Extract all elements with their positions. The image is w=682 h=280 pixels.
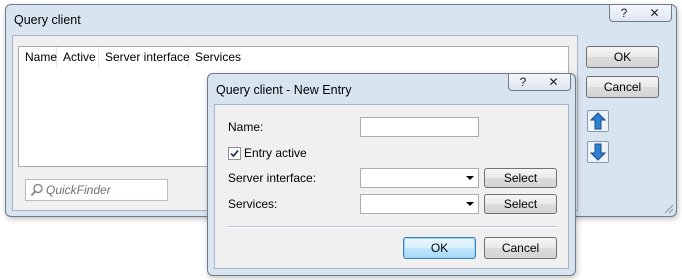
help-icon: ? [519, 75, 527, 89]
window-title: Query client [14, 13, 81, 27]
server-interface-label: Server interface: [228, 171, 317, 185]
arrow-down-icon [590, 143, 606, 161]
dialog-panel: Name: Entry active Server interface: Sel… [214, 104, 569, 269]
new-entry-dialog: Query client - New Entry ? ✕ Name: Entry… [207, 73, 576, 276]
close-icon: ✕ [548, 75, 559, 89]
chevron-down-icon [466, 202, 474, 206]
close-button[interactable]: ✕ [638, 4, 672, 22]
services-combo[interactable] [360, 194, 479, 214]
move-down-button[interactable] [587, 141, 609, 163]
help-button[interactable]: ? [609, 4, 639, 22]
quickfinder-field[interactable]: QuickFinder [25, 179, 168, 201]
chevron-down-icon [466, 176, 474, 180]
magnifier-icon [30, 183, 43, 197]
help-icon: ? [620, 6, 628, 20]
ok-button[interactable]: OK [586, 46, 659, 68]
name-label: Name: [228, 120, 264, 134]
entry-active-label: Entry active [244, 146, 307, 160]
dialog-cancel-button[interactable]: Cancel [484, 237, 557, 259]
services-select-button[interactable]: Select [484, 194, 557, 214]
quickfinder-placeholder: QuickFinder [46, 183, 111, 197]
services-label: Services: [228, 197, 278, 211]
column-header-name[interactable]: Name [19, 47, 57, 67]
column-header-services[interactable]: Services [189, 47, 568, 67]
server-interface-select-button[interactable]: Select [484, 168, 557, 188]
resize-grip-icon[interactable] [664, 204, 674, 214]
close-icon: ✕ [649, 6, 660, 20]
separator [228, 226, 557, 228]
arrow-up-icon [590, 112, 606, 130]
server-interface-combo[interactable] [360, 168, 479, 188]
move-up-button[interactable] [587, 110, 609, 132]
cancel-button[interactable]: Cancel [586, 76, 659, 98]
name-input[interactable] [360, 117, 479, 137]
column-header-active[interactable]: Active [57, 47, 99, 67]
column-header-server-interface[interactable]: Server interface [99, 47, 190, 67]
dialog-help-button[interactable]: ? [508, 73, 538, 91]
dialog-ok-button[interactable]: OK [403, 237, 476, 259]
dialog-title: Query client - New Entry [216, 83, 352, 97]
checkmark-icon [230, 149, 239, 158]
dialog-close-button[interactable]: ✕ [537, 73, 571, 91]
entry-active-checkbox[interactable] [228, 147, 241, 160]
